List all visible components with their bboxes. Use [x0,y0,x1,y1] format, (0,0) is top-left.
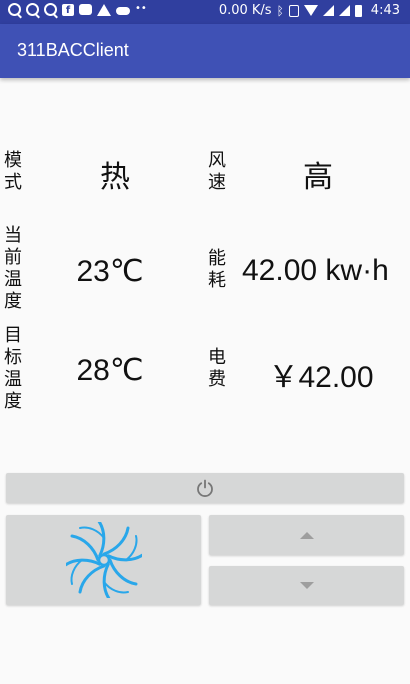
current-temp-value: 23℃ [76,255,144,288]
mode-label: 模式 [4,150,22,193]
signal-icon [322,5,334,16]
system-status: 0.00 K/s ᛒ 4:43 [219,3,400,18]
current-temp-label: 当前温度 [4,225,22,312]
facebook-icon: f [62,3,74,16]
fee-label: 电费 [208,347,226,390]
arrow-up-icon [299,531,314,539]
target-temp-value: 28℃ [76,354,144,387]
temp-up-button[interactable] [209,515,404,555]
temp-down-button[interactable] [209,566,404,605]
target-temp-label: 目标温度 [4,325,22,412]
energy-label: 能耗 [208,248,226,291]
signal-icon [338,5,350,16]
bluetooth-icon: ᛒ [276,3,284,18]
arrow-down-icon [299,582,314,589]
q-icon [8,3,21,16]
wechat-icon [79,4,92,15]
notification-icons: f •• [8,3,147,16]
q-icon [26,3,39,16]
more-dots-icon: •• [135,3,147,14]
q-icon [44,3,57,16]
clock: 4:43 [370,3,400,18]
wind-speed-value: 高 [303,160,333,195]
app-title: 311BACClient [17,40,129,60]
nfc-icon [288,4,299,17]
battery-icon [354,4,362,17]
wifi-icon [303,5,318,16]
power-icon [197,479,213,497]
power-button[interactable] [6,473,404,503]
mode-value: 热 [100,160,130,195]
fee-value: ￥42.00 [268,361,374,394]
status-bar: f •• 0.00 K/s ᛒ 4:43 [0,0,410,24]
energy-value: 42.00 kw·h [242,254,389,287]
app-bar: 311BACClient [0,24,410,78]
network-speed: 0.00 K/s [218,3,272,18]
fan-icon [65,522,142,598]
cloud-icon [116,6,130,15]
fan-speed-button[interactable] [6,515,201,605]
alert-icon [97,3,111,16]
wind-speed-label: 风速 [208,150,226,193]
